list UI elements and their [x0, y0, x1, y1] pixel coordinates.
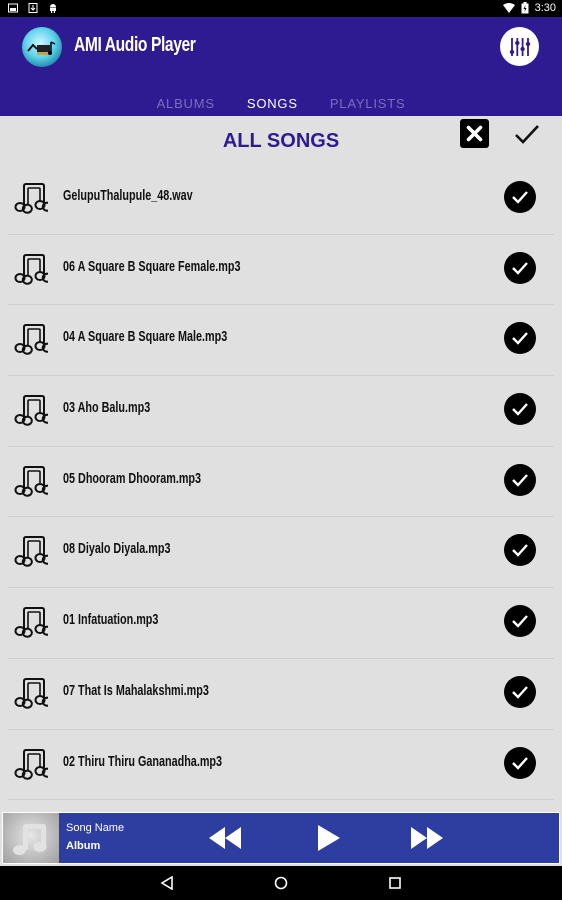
song-name: 05 Dhooram Dhooram.mp3 [63, 469, 202, 487]
check-icon [512, 332, 528, 346]
song-row[interactable]: 06 A Square B Square Female.mp3 [8, 235, 554, 306]
song-row[interactable]: 04 A Square B Square Male.mp3 [8, 305, 554, 377]
app-logo [22, 27, 62, 67]
mini-player[interactable]: Song Name Album [2, 812, 560, 864]
back-icon [160, 876, 173, 890]
song-row[interactable]: GelupuThalupule_48.wav [8, 164, 554, 235]
system-nav-bar [0, 866, 562, 900]
song-selected-checkbox[interactable] [504, 181, 536, 213]
download-icon [28, 3, 38, 13]
equalizer-icon [509, 37, 530, 56]
song-row[interactable]: 05 Dhooram Dhooram.mp3 [8, 447, 554, 518]
close-button[interactable] [460, 119, 489, 148]
android-icon [50, 4, 56, 13]
song-name: 03 Aho Balu.mp3 [63, 399, 151, 417]
music-note-icon [13, 824, 47, 855]
music-note-icon [14, 395, 48, 426]
play-button[interactable] [316, 822, 342, 854]
back-button[interactable] [159, 875, 175, 891]
check-icon [512, 191, 528, 204]
app-bar: AMI Audio Player ALBUMS SONGS PLAYLISTS [0, 17, 562, 116]
close-icon [466, 125, 483, 142]
song-name: 04 A Square B Square Male.mp3 [63, 328, 228, 346]
recents-button[interactable] [387, 875, 403, 891]
check-icon [512, 544, 528, 558]
song-selected-checkbox[interactable] [504, 605, 536, 638]
play-icon [318, 825, 340, 851]
check-icon [515, 125, 539, 144]
music-note-icon [14, 677, 48, 709]
tab-bar: ALBUMS SONGS PLAYLISTS [0, 92, 562, 116]
music-note-icon [14, 253, 48, 285]
song-selected-checkbox[interactable] [504, 251, 536, 284]
fast-forward-icon [411, 827, 443, 849]
tab-albums[interactable]: ALBUMS [141, 92, 231, 116]
check-icon [512, 473, 528, 487]
song-name: 07 That Is Mahalakshmi.mp3 [63, 681, 209, 699]
music-note-icon [14, 183, 48, 214]
battery-icon [521, 2, 529, 14]
check-icon [512, 261, 528, 275]
song-selected-checkbox[interactable] [504, 393, 536, 426]
app-title: AMI Audio Player [74, 34, 196, 56]
song-selected-checkbox[interactable] [504, 322, 536, 355]
song-name: 01 Infatuation.mp3 [63, 611, 159, 629]
status-time: 3:30 [534, 2, 556, 14]
check-icon [512, 756, 528, 770]
song-name: 08 Diyalo Diyala.mp3 [63, 540, 171, 558]
player-album: Album [66, 840, 101, 852]
check-icon [512, 403, 528, 416]
wifi-icon [502, 3, 515, 13]
player-song-name: Song Name [66, 822, 125, 834]
music-note-icon [14, 748, 48, 780]
song-name: GelupuThalupule_48.wav [63, 187, 193, 204]
song-list: GelupuThalupule_48.wav 06 A Square B Squ… [0, 164, 562, 801]
music-note-icon [14, 607, 48, 638]
status-bar: 3:30 [0, 0, 562, 17]
check-icon [512, 686, 528, 699]
music-note-icon [14, 536, 48, 568]
song-name: 06 A Square B Square Female.mp3 [63, 257, 241, 275]
check-icon [512, 615, 528, 628]
song-selected-checkbox[interactable] [504, 534, 536, 567]
song-row[interactable]: 03 Aho Balu.mp3 [8, 376, 554, 447]
home-button[interactable] [273, 875, 289, 891]
home-icon [274, 876, 288, 890]
image-icon [8, 3, 18, 13]
rewind-button[interactable] [208, 822, 242, 854]
album-art [3, 813, 59, 863]
tab-playlists[interactable]: PLAYLISTS [314, 92, 422, 116]
music-note-icon [14, 465, 48, 497]
song-name: 02 Thiru Thiru Gananadha.mp3 [63, 752, 223, 770]
equalizer-button[interactable] [500, 27, 539, 66]
content-header: ALL SONGS [0, 116, 562, 164]
song-selected-checkbox[interactable] [504, 463, 536, 496]
song-row[interactable]: 02 Thiru Thiru Gananadha.mp3 [8, 730, 554, 801]
song-row[interactable]: 08 Diyalo Diyala.mp3 [8, 517, 554, 589]
song-selected-checkbox[interactable] [504, 675, 536, 708]
fast-forward-button[interactable] [410, 822, 444, 854]
recents-icon [389, 877, 401, 889]
tab-songs[interactable]: SONGS [231, 92, 314, 116]
ami-audio-logo-icon [27, 41, 56, 55]
music-note-icon [14, 324, 48, 356]
song-row[interactable]: 01 Infatuation.mp3 [8, 588, 554, 659]
rewind-icon [209, 827, 241, 849]
confirm-button[interactable] [512, 120, 542, 148]
song-selected-checkbox[interactable] [504, 746, 536, 779]
song-row[interactable]: 07 That Is Mahalakshmi.mp3 [8, 659, 554, 730]
